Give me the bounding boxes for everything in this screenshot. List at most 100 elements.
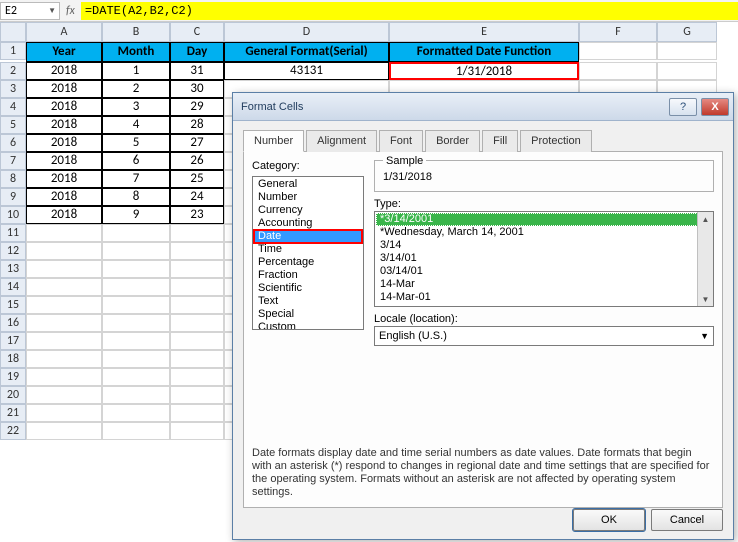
category-scientific[interactable]: Scientific bbox=[254, 282, 362, 295]
type-option[interactable]: 3/14/01 bbox=[376, 252, 712, 265]
scrollbar[interactable]: ▲ ▼ bbox=[697, 212, 713, 306]
category-percentage[interactable]: Percentage bbox=[254, 256, 362, 269]
cell-A19[interactable] bbox=[26, 368, 102, 386]
cell-C22[interactable] bbox=[170, 422, 224, 440]
ok-button[interactable]: OK bbox=[573, 509, 645, 531]
cell-C5[interactable]: 28 bbox=[170, 116, 224, 134]
cell-F1[interactable] bbox=[579, 42, 657, 60]
cell-A11[interactable] bbox=[26, 224, 102, 242]
cell-B10[interactable]: 9 bbox=[102, 206, 170, 224]
cell-C11[interactable] bbox=[170, 224, 224, 242]
category-number[interactable]: Number bbox=[254, 191, 362, 204]
tab-protection[interactable]: Protection bbox=[520, 130, 592, 152]
cell-B9[interactable]: 8 bbox=[102, 188, 170, 206]
type-option[interactable]: 3/14 bbox=[376, 239, 712, 252]
row-header-11[interactable]: 11 bbox=[0, 224, 26, 242]
cell-B12[interactable] bbox=[102, 242, 170, 260]
cell-C13[interactable] bbox=[170, 260, 224, 278]
header-B[interactable]: Month bbox=[102, 42, 170, 62]
cell-C19[interactable] bbox=[170, 368, 224, 386]
cell-A15[interactable] bbox=[26, 296, 102, 314]
dialog-titlebar[interactable]: Format Cells ? X bbox=[233, 93, 733, 121]
cell-A8[interactable]: 2018 bbox=[26, 170, 102, 188]
type-list[interactable]: *3/14/2001*Wednesday, March 14, 20013/14… bbox=[374, 211, 714, 307]
cell-C6[interactable]: 27 bbox=[170, 134, 224, 152]
row-header-6[interactable]: 6 bbox=[0, 134, 26, 152]
tab-number[interactable]: Number bbox=[243, 130, 304, 152]
tab-fill[interactable]: Fill bbox=[482, 130, 518, 152]
row-header-4[interactable]: 4 bbox=[0, 98, 26, 116]
row-header-15[interactable]: 15 bbox=[0, 296, 26, 314]
cell-A21[interactable] bbox=[26, 404, 102, 422]
cell-B22[interactable] bbox=[102, 422, 170, 440]
cell-C18[interactable] bbox=[170, 350, 224, 368]
cell-B5[interactable]: 4 bbox=[102, 116, 170, 134]
col-header-G[interactable]: G bbox=[657, 22, 717, 42]
cell-B13[interactable] bbox=[102, 260, 170, 278]
cell-C10[interactable]: 23 bbox=[170, 206, 224, 224]
cell-A16[interactable] bbox=[26, 314, 102, 332]
col-header-E[interactable]: E bbox=[389, 22, 579, 42]
cell-B7[interactable]: 6 bbox=[102, 152, 170, 170]
name-box[interactable]: E2 ▼ bbox=[0, 2, 60, 20]
cell-B8[interactable]: 7 bbox=[102, 170, 170, 188]
row-header-2[interactable]: 2 bbox=[0, 62, 26, 80]
cell-A6[interactable]: 2018 bbox=[26, 134, 102, 152]
row-header-10[interactable]: 10 bbox=[0, 206, 26, 224]
cell-C3[interactable]: 30 bbox=[170, 80, 224, 98]
cell-C9[interactable]: 24 bbox=[170, 188, 224, 206]
category-text[interactable]: Text bbox=[254, 295, 362, 308]
cell-A7[interactable]: 2018 bbox=[26, 152, 102, 170]
cell-F2[interactable] bbox=[579, 62, 657, 80]
row-header-17[interactable]: 17 bbox=[0, 332, 26, 350]
category-time[interactable]: Time bbox=[254, 243, 362, 256]
cell-C20[interactable] bbox=[170, 386, 224, 404]
cell-B6[interactable]: 5 bbox=[102, 134, 170, 152]
col-header-A[interactable]: A bbox=[26, 22, 102, 42]
cell-A9[interactable]: 2018 bbox=[26, 188, 102, 206]
cell-D2[interactable]: 43131 bbox=[224, 62, 389, 80]
cell-A2[interactable]: 2018 bbox=[26, 62, 102, 80]
cell-A18[interactable] bbox=[26, 350, 102, 368]
cell-A3[interactable]: 2018 bbox=[26, 80, 102, 98]
cell-C15[interactable] bbox=[170, 296, 224, 314]
row-header-20[interactable]: 20 bbox=[0, 386, 26, 404]
locale-select[interactable]: English (U.S.) ▼ bbox=[374, 326, 714, 346]
chevron-down-icon[interactable]: ▼ bbox=[48, 2, 59, 20]
header-C[interactable]: Day bbox=[170, 42, 224, 62]
col-header-D[interactable]: D bbox=[224, 22, 389, 42]
cell-A14[interactable] bbox=[26, 278, 102, 296]
col-header-C[interactable]: C bbox=[170, 22, 224, 42]
cancel-button[interactable]: Cancel bbox=[651, 509, 723, 531]
col-header-B[interactable]: B bbox=[102, 22, 170, 42]
type-option[interactable]: 14-Mar bbox=[376, 278, 712, 291]
row-header-21[interactable]: 21 bbox=[0, 404, 26, 422]
cell-C4[interactable]: 29 bbox=[170, 98, 224, 116]
close-button[interactable]: X bbox=[701, 98, 729, 116]
cell-C14[interactable] bbox=[170, 278, 224, 296]
scroll-down-icon[interactable]: ▼ bbox=[702, 292, 710, 306]
cell-C8[interactable]: 25 bbox=[170, 170, 224, 188]
cell-G2[interactable] bbox=[657, 62, 717, 80]
category-special[interactable]: Special bbox=[254, 308, 362, 321]
row-header-12[interactable]: 12 bbox=[0, 242, 26, 260]
cell-A4[interactable]: 2018 bbox=[26, 98, 102, 116]
cell-A22[interactable] bbox=[26, 422, 102, 440]
cell-C21[interactable] bbox=[170, 404, 224, 422]
category-general[interactable]: General bbox=[254, 178, 362, 191]
row-header-8[interactable]: 8 bbox=[0, 170, 26, 188]
row-header-7[interactable]: 7 bbox=[0, 152, 26, 170]
category-list[interactable]: GeneralNumberCurrencyAccountingDateTimeP… bbox=[252, 176, 364, 330]
cell-A5[interactable]: 2018 bbox=[26, 116, 102, 134]
row-header-9[interactable]: 9 bbox=[0, 188, 26, 206]
fx-icon[interactable]: fx bbox=[66, 4, 75, 18]
header-E[interactable]: Formatted Date Function bbox=[389, 42, 579, 62]
cell-B17[interactable] bbox=[102, 332, 170, 350]
cell-B21[interactable] bbox=[102, 404, 170, 422]
category-accounting[interactable]: Accounting bbox=[254, 217, 362, 230]
cell-C2[interactable]: 31 bbox=[170, 62, 224, 80]
row-header-5[interactable]: 5 bbox=[0, 116, 26, 134]
cell-B11[interactable] bbox=[102, 224, 170, 242]
cell-B20[interactable] bbox=[102, 386, 170, 404]
row-header-22[interactable]: 22 bbox=[0, 422, 26, 440]
